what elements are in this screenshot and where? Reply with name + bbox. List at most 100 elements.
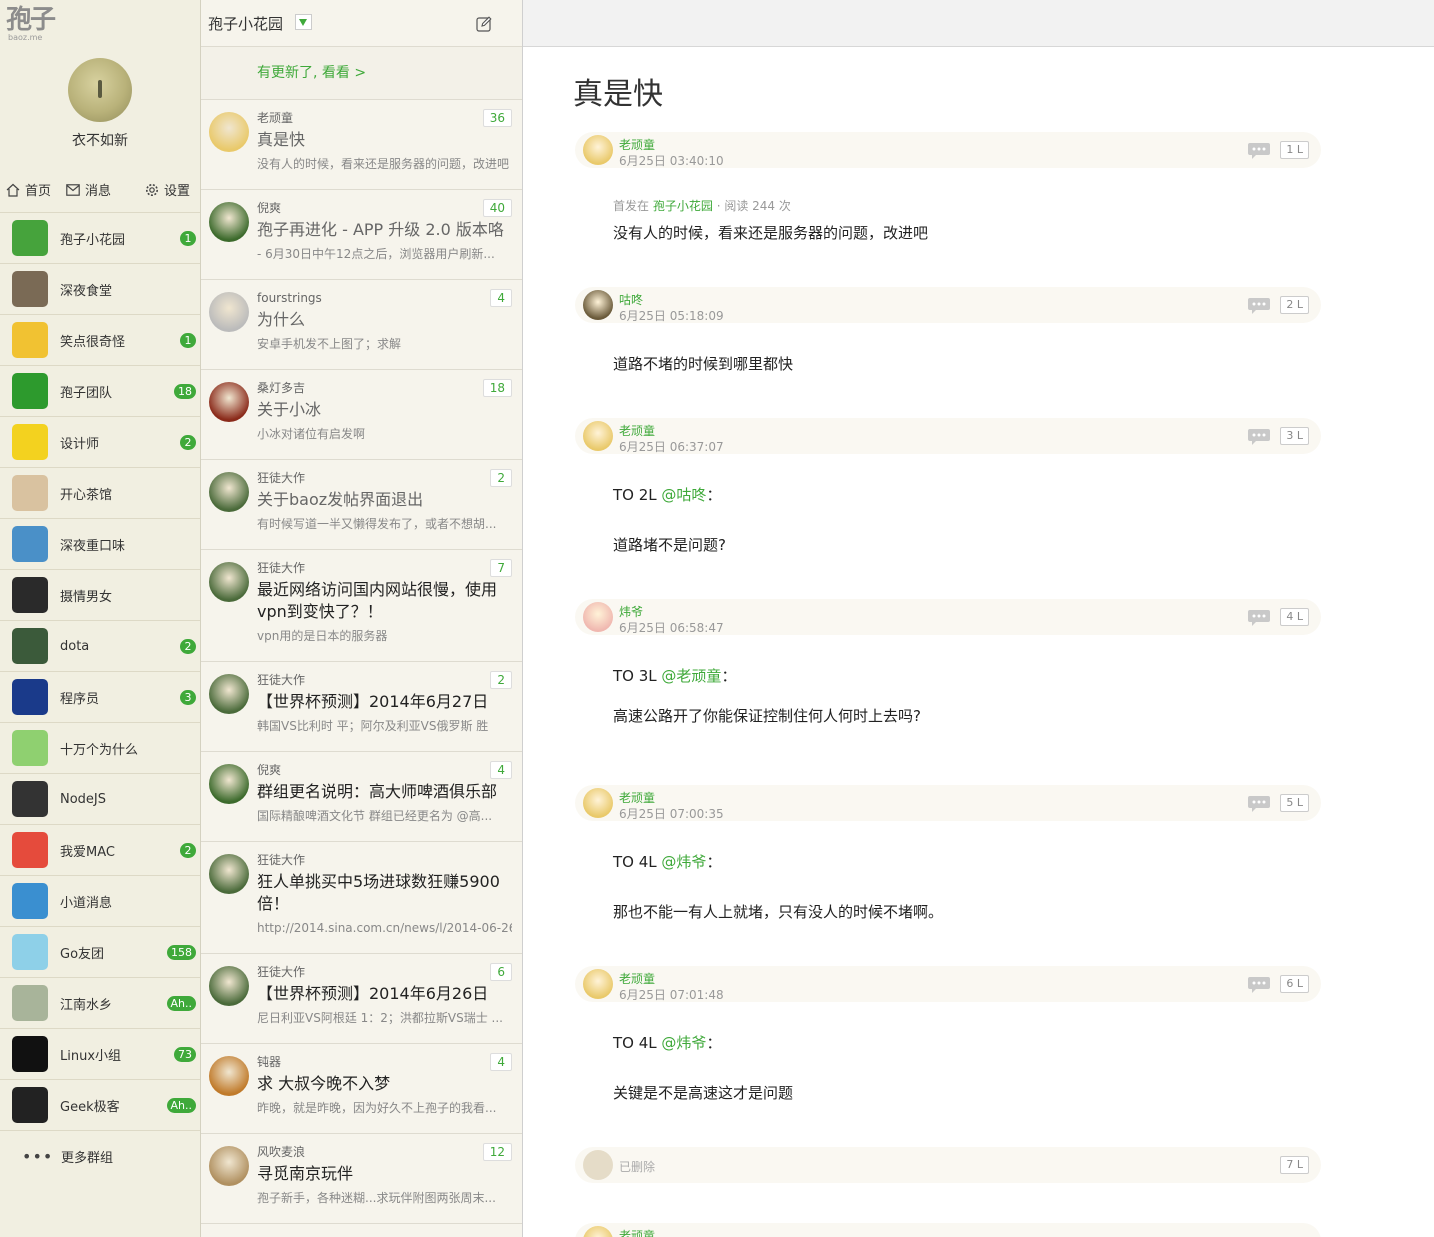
group-avatar: [12, 577, 48, 613]
author-avatar[interactable]: [209, 1146, 249, 1186]
mention-link[interactable]: @炜爷: [661, 853, 706, 871]
reply-avatar[interactable]: [583, 969, 613, 999]
sidebar-group-item[interactable]: 设计师 2: [0, 417, 200, 468]
reply-author[interactable]: 老顽童: [619, 970, 655, 987]
group-link[interactable]: 孢子小花园: [653, 199, 713, 213]
sidebar-group-item[interactable]: 开心茶馆: [0, 468, 200, 519]
reply-author[interactable]: 老顽童: [619, 422, 655, 439]
reply-header: 老顽童 6月25日 03:40:10 1 L: [575, 132, 1321, 168]
sidebar-group-item[interactable]: 十万个为什么: [0, 723, 200, 774]
reply-count-badge: 4: [490, 1053, 512, 1071]
group-name: 深夜食堂: [60, 283, 113, 299]
mention-link[interactable]: @炜爷: [661, 1034, 706, 1052]
author-avatar[interactable]: [209, 764, 249, 804]
profile-avatar[interactable]: [68, 58, 132, 122]
colon: ：: [706, 1034, 722, 1052]
sidebar-group-item[interactable]: 孢子团队 18: [0, 366, 200, 417]
reply-avatar[interactable]: [583, 1226, 613, 1237]
nav-messages-label: 消息: [85, 184, 112, 199]
author-avatar[interactable]: [209, 1056, 249, 1096]
reply-avatar[interactable]: [583, 135, 613, 165]
compose-icon[interactable]: [476, 16, 492, 32]
author-avatar[interactable]: [209, 202, 249, 242]
reply-time: 6月25日 07:01:48: [619, 988, 724, 1002]
author-avatar[interactable]: [209, 382, 249, 422]
group-name: 开心茶馆: [60, 487, 113, 503]
author-avatar[interactable]: [209, 112, 249, 152]
post-list-item[interactable]: 钝器求 大叔今晚不入梦 昨晚，就是昨晚，因为好久不上孢子的我看... 4: [201, 1044, 522, 1134]
reply-count-badge: 18: [482, 379, 512, 397]
post-list-item[interactable]: 风吹麦浪 寻觅南京玩伴 孢子新手，各种迷糊...求玩伴附图两张周末... 12: [201, 1134, 522, 1224]
post-excerpt: 尼日利亚VS阿根廷 1：2；洪都拉斯VS瑞士 ...: [257, 1011, 503, 1025]
group-name: 我爱MAC: [60, 844, 115, 860]
reply-author[interactable]: 老顽童: [619, 789, 655, 806]
sidebar-group-item[interactable]: 小道消息: [0, 876, 200, 927]
post-list-item[interactable]: fourstrings 为什么 安卓手机发不上图了；求解 4: [201, 280, 522, 370]
post-list-item[interactable]: 狂徒大作 【世界杯预测】2014年6月26日 尼日利亚VS阿根廷 1：2；洪都拉斯V…: [201, 954, 522, 1044]
app-logo[interactable]: 孢子 baoz.me: [6, 6, 66, 44]
post-author: 桑灯多吉: [257, 381, 306, 395]
nav-home[interactable]: 首页: [6, 180, 51, 199]
reply-to-label: TO 2L: [613, 486, 657, 504]
sidebar-group-item[interactable]: Geek极客 Ah..: [0, 1080, 200, 1131]
author-avatar[interactable]: [209, 854, 249, 894]
sidebar-group-item[interactable]: 深夜食堂: [0, 264, 200, 315]
reply-bubble-icon[interactable]: [1247, 297, 1271, 315]
more-groups-item[interactable]: ••• 更多群组: [0, 1131, 200, 1181]
reply-avatar[interactable]: [583, 421, 613, 451]
mention-link[interactable]: @老顽童: [661, 667, 721, 685]
author-avatar[interactable]: [209, 966, 249, 1006]
reply-avatar[interactable]: [583, 290, 613, 320]
reply-author[interactable]: 咕咚: [619, 291, 643, 308]
new-updates-link[interactable]: 有更新了, 看看 >: [201, 47, 522, 100]
sidebar-group-item[interactable]: 程序员 3: [0, 672, 200, 723]
group-avatar: [12, 271, 48, 307]
group-dropdown-button[interactable]: [295, 14, 312, 30]
reply-author[interactable]: 炜爷: [619, 603, 643, 620]
group-avatar: [12, 322, 48, 358]
reply-author[interactable]: 老顽童: [619, 136, 655, 153]
nav-settings-label: 设置: [164, 184, 191, 199]
post-list-item[interactable]: 倪爽 群组更名说明：高大师啤酒俱乐部 国际精酿啤酒文化节 群组已经更名为 @高...…: [201, 752, 522, 842]
floor-number: 4 L: [1280, 608, 1309, 626]
post-author: 狂徒大作: [257, 673, 306, 687]
reply-bubble-icon[interactable]: [1247, 428, 1271, 446]
author-avatar[interactable]: [209, 674, 249, 714]
sidebar-group-item[interactable]: 摄情男女: [0, 570, 200, 621]
nav-settings[interactable]: 设置: [145, 180, 190, 199]
post-list-item[interactable]: 狂徒大作 【世界杯预测】2014年6月27日 韩国VS比利时 平；阿尔及利亚VS俄罗…: [201, 662, 522, 752]
reply-author[interactable]: 老顽童: [619, 1227, 655, 1237]
post-list-item[interactable]: 桑灯多吉 关于小冰 小冰对诸位有启发啊 18: [201, 370, 522, 460]
group-name: Go友团: [60, 946, 105, 962]
sidebar-group-item[interactable]: 深夜重口味: [0, 519, 200, 570]
profile: 衣不如新: [0, 46, 200, 166]
nav-messages[interactable]: 消息: [66, 180, 111, 199]
reply-to-label: TO 4L: [613, 1034, 657, 1052]
reply-bubble-icon[interactable]: [1247, 976, 1271, 994]
reply-time: 6月25日 05:18:09: [619, 309, 724, 323]
post-list-item[interactable]: 老顽童 真是快 没有人的时候，看来还是服务器的问题，改进吧 36: [201, 100, 522, 190]
post-list-item[interactable]: 狂徒大作 最近网络访问国内网站很慢，使用vpn到变快了？！ vpn用的是日本的服务器…: [201, 550, 522, 662]
sidebar-group-item[interactable]: dota 2: [0, 621, 200, 672]
mention-link[interactable]: @咕咚: [661, 486, 706, 504]
post-list-item[interactable]: 倪爽 孢子再进化 - APP 升级 2.0 版本咯 - 6月30日中午12点之后，浏…: [201, 190, 522, 280]
author-avatar[interactable]: [209, 562, 249, 602]
reply-count-badge: 2: [490, 469, 512, 487]
sidebar-group-item[interactable]: 江南水乡 Ah..: [0, 978, 200, 1029]
reply-avatar[interactable]: [583, 602, 613, 632]
post-list-item[interactable]: 狂徒大作 关于baoz发帖界面退出 有时候写道一半又懒得发布了，或者不想胡... 2: [201, 460, 522, 550]
sidebar-group-item[interactable]: NodeJS: [0, 774, 200, 825]
sidebar-group-item[interactable]: 我爱MAC 2: [0, 825, 200, 876]
sidebar-group-item[interactable]: 笑点很奇怪 1: [0, 315, 200, 366]
reply-bubble-icon[interactable]: [1247, 795, 1271, 813]
post-list-item[interactable]: 狂徒大作 狂人单挑买中5场进球数狂赚5900倍！ http://2014.sina.…: [201, 842, 522, 954]
sidebar-group-item[interactable]: Go友团 158: [0, 927, 200, 978]
reply-bubble-icon[interactable]: [1247, 609, 1271, 627]
author-avatar[interactable]: [209, 472, 249, 512]
sidebar-group-item[interactable]: Linux小组 73: [0, 1029, 200, 1080]
author-avatar[interactable]: [209, 292, 249, 332]
reply-bubble-icon[interactable]: [1247, 142, 1271, 160]
sidebar-group-item[interactable]: 孢子小花园 1: [0, 213, 200, 264]
reply-avatar[interactable]: [583, 788, 613, 818]
profile-name[interactable]: 衣不如新: [0, 130, 200, 150]
